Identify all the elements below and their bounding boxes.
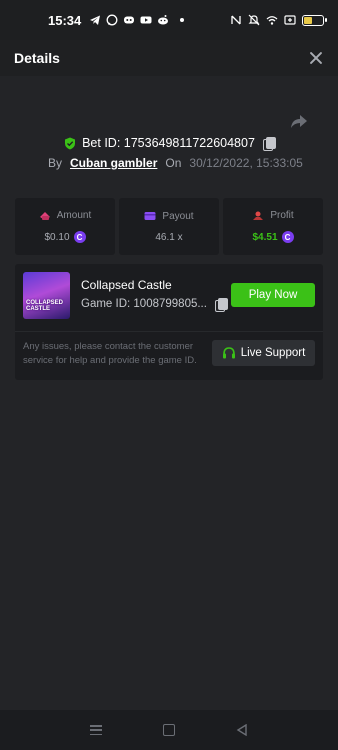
amount-value-row: $0.10 C — [44, 231, 86, 243]
live-support-label: Live Support — [240, 347, 306, 359]
support-hint-text: Any issues, please contact the customer … — [23, 341, 197, 366]
cast-icon — [284, 15, 296, 25]
profit-stat: Profit $4.51 C — [223, 198, 323, 255]
thumbnail-title: COLLAPSED CASTLE — [26, 300, 64, 312]
amount-value: $0.10 — [44, 231, 70, 243]
profit-value: $4.51 — [252, 231, 278, 243]
back-icon[interactable] — [236, 724, 248, 736]
profit-label-row: Profit — [252, 210, 294, 221]
bet-author-row: By Cuban gambler On 30/12/2022, 15:33:05 — [48, 156, 303, 170]
game-card: COLLAPSED CASTLE Collapsed Castle Game I… — [15, 264, 323, 380]
bet-date: 30/12/2022, 15:33:05 — [189, 156, 303, 170]
on-label: On — [165, 156, 182, 170]
discord-icon — [124, 16, 135, 24]
payout-stat: Payout 46.1 x — [119, 198, 219, 255]
status-time: 15:34 — [48, 12, 82, 28]
profit-label: Profit — [270, 210, 294, 221]
battery-fill — [304, 16, 313, 24]
play-now-button[interactable]: Play Now — [231, 283, 315, 307]
reddit-icon — [158, 15, 169, 25]
status-bar: 15:34 — [0, 0, 338, 40]
bet-details-panel: Bet ID: 1753649811722604807 By Cuban gam… — [0, 76, 338, 710]
telegram-icon — [90, 15, 101, 25]
coin-icon: C — [73, 231, 86, 243]
profit-icon — [253, 211, 264, 220]
amount-stat: Amount $0.10 C — [15, 198, 115, 255]
recent-apps-icon[interactable] — [90, 725, 103, 735]
system-nav-bar — [0, 710, 338, 750]
copy-bet-id-icon[interactable] — [262, 137, 276, 151]
game-thumbnail[interactable]: COLLAPSED CASTLE — [23, 272, 70, 319]
mute-icon — [248, 14, 260, 26]
more-notifications-dot — [180, 18, 185, 22]
payout-card-icon — [144, 212, 156, 220]
amount-icon — [39, 211, 50, 220]
game-id: Game ID: 1008799805... — [81, 298, 207, 310]
divider — [15, 331, 323, 332]
verified-shield-icon — [65, 137, 76, 149]
payout-value: 46.1 x — [155, 231, 183, 243]
close-icon[interactable] — [308, 50, 324, 66]
wifi-icon — [266, 16, 278, 25]
by-label: By — [48, 156, 63, 170]
game-id-row: Game ID: 1008799805... — [81, 298, 228, 312]
copy-game-id-icon[interactable] — [214, 298, 228, 312]
whatsapp-icon — [106, 14, 118, 26]
payout-label: Payout — [162, 210, 194, 222]
system-icons — [230, 14, 327, 26]
battery-icon — [302, 14, 327, 26]
bet-stats: Amount $0.10 C Payout 46.1 x Profit $4.5… — [15, 198, 323, 255]
notification-icons — [89, 14, 185, 26]
coin-icon: C — [281, 231, 294, 243]
amount-label-row: Amount — [39, 210, 91, 221]
youtube-icon — [140, 16, 152, 24]
user-link[interactable]: Cuban gambler — [70, 156, 157, 170]
profit-value-row: $4.51 C — [252, 231, 294, 243]
bet-id: Bet ID: 1753649811722604807 — [82, 136, 255, 150]
game-name: Collapsed Castle — [81, 278, 172, 292]
share-icon[interactable] — [290, 112, 308, 130]
nfc-icon — [231, 15, 241, 25]
headset-icon — [222, 347, 235, 359]
payout-value-row: 46.1 x — [155, 232, 182, 243]
bet-id-row: Bet ID: 1753649811722604807 — [0, 136, 338, 151]
payout-label-row: Payout — [144, 210, 194, 222]
amount-label: Amount — [56, 210, 92, 221]
home-icon[interactable] — [162, 724, 175, 736]
details-header: Details — [0, 40, 338, 76]
live-support-button[interactable]: Live Support — [212, 340, 315, 366]
page-title: Details — [14, 50, 60, 66]
